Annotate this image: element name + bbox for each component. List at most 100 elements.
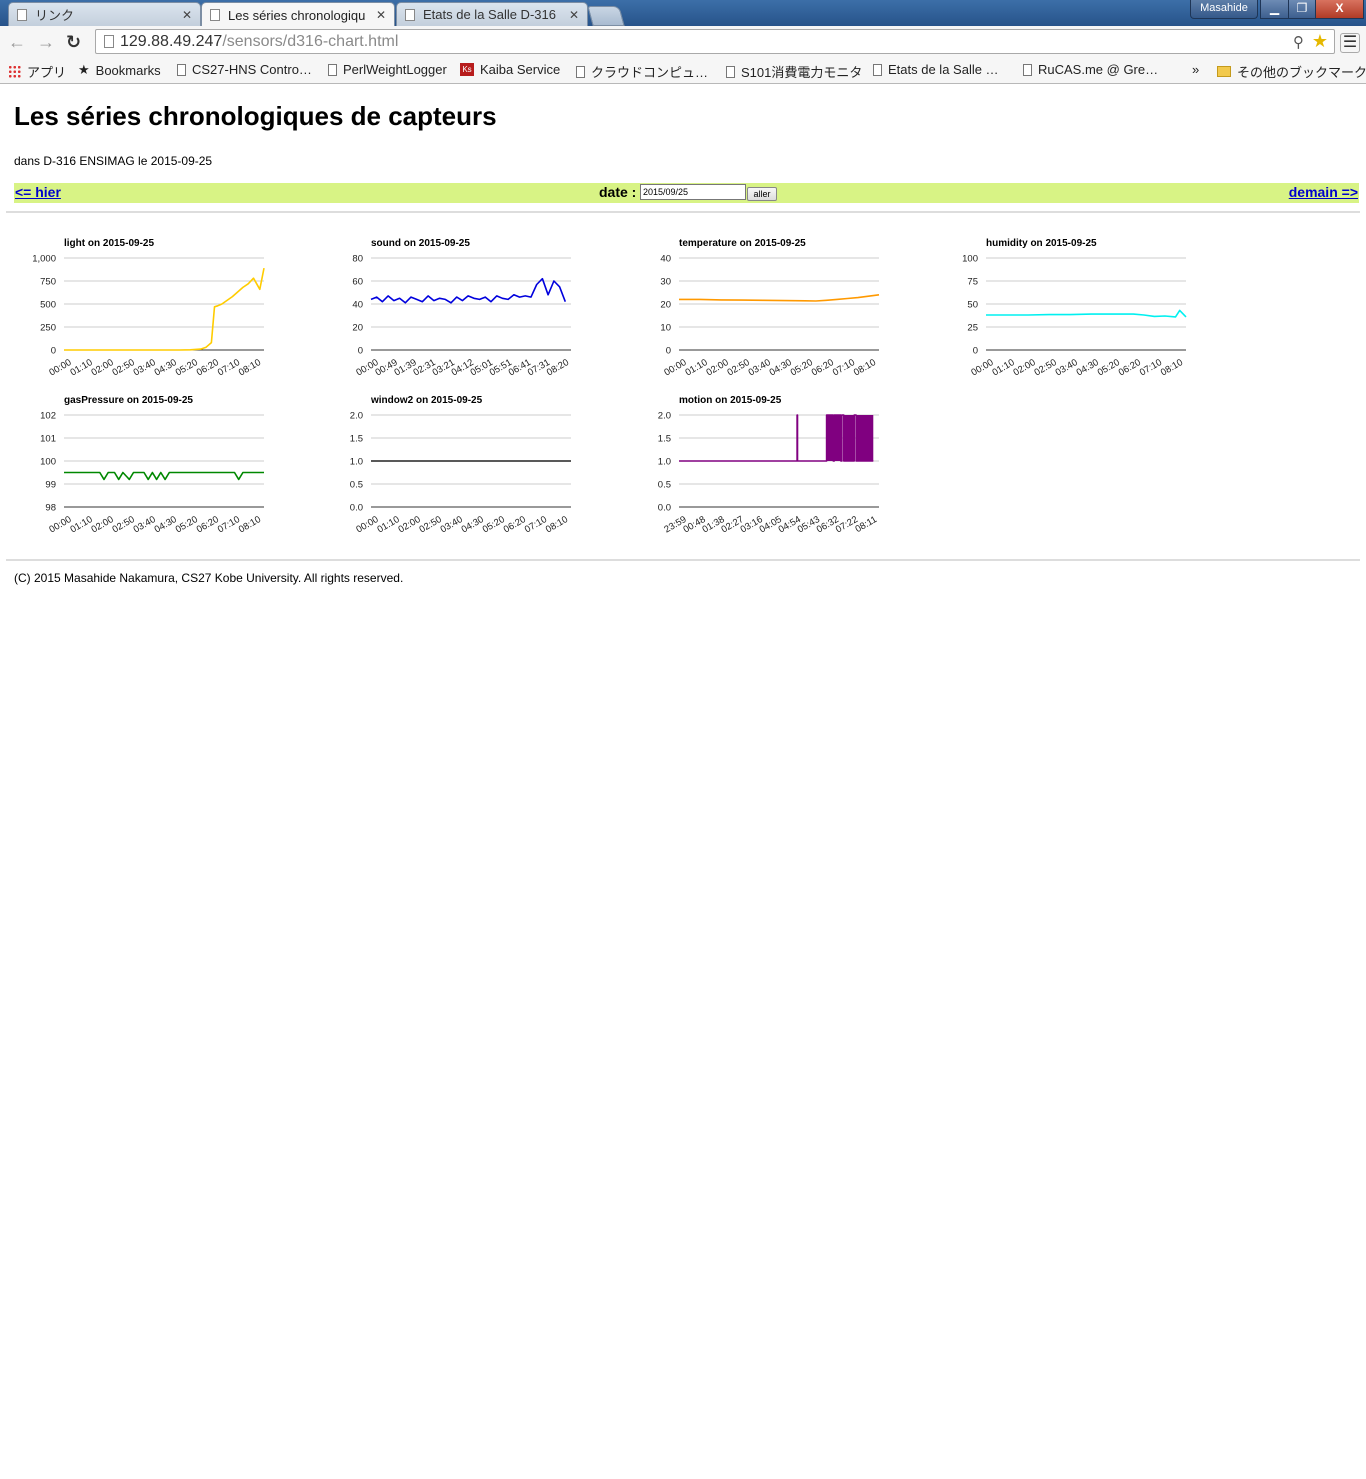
bookmark-cloud-computing[interactable]: クラウドコンピュ… — [576, 62, 708, 81]
series-line — [64, 471, 264, 481]
bookmark-bookmarks[interactable]: ★ Bookmarks — [78, 62, 161, 78]
x-tick-label: 08:20 — [545, 357, 571, 378]
series-line — [679, 294, 880, 302]
apps-grid-icon — [8, 65, 21, 78]
y-tick-label: 0.5 — [350, 480, 363, 491]
bookmark-label: アプリ — [27, 65, 67, 80]
y-tick-label: 20 — [352, 323, 363, 334]
divider — [6, 559, 1360, 561]
y-tick-label: 500 — [40, 300, 56, 311]
tab-close-icon[interactable]: ✕ — [569, 8, 579, 22]
y-tick-label: 2.0 — [350, 411, 363, 422]
y-tick-label: 0.0 — [658, 503, 671, 514]
tab-etats-salle[interactable]: Etats de la Salle D-316 ✕ — [396, 2, 588, 26]
tab-chart-page[interactable]: Les séries chronologiqu ✕ — [201, 2, 395, 27]
chart-title: gasPressure on 2015-09-25 — [64, 395, 193, 406]
go-button[interactable]: aller — [747, 187, 777, 201]
y-tick-label: 2.0 — [658, 411, 671, 422]
url-text[interactable]: 129.88.49.247/sensors/d316-chart.html — [120, 33, 398, 51]
tab-close-icon[interactable]: ✕ — [182, 8, 192, 22]
chart-svg: gasPressure on 2015-09-25989910010110200… — [40, 395, 264, 535]
profile-button[interactable]: Masahide — [1190, 0, 1258, 19]
x-tick-label: 08:10 — [852, 357, 878, 378]
y-tick-label: 1.5 — [350, 434, 363, 445]
y-tick-label: 50 — [967, 300, 978, 311]
chart-svg: humidity on 2015-09-25025507510000:0001:… — [962, 238, 1187, 378]
bookmark-label: S101消費電力モニタ — [741, 65, 863, 80]
menu-icon[interactable]: ☰ — [1340, 33, 1360, 53]
chart-svg: motion on 2015-09-250.00.51.01.52.023:59… — [658, 395, 879, 535]
x-tick-label: 08:10 — [1159, 357, 1185, 378]
chart-gas-pressure: gasPressure on 2015-09-25 98 99 100 101 102 00… — [14, 389, 314, 539]
next-day-link[interactable]: demain => — [1289, 184, 1358, 200]
divider — [6, 211, 1360, 213]
tab-title: リンク — [35, 8, 75, 23]
y-tick-label: 0 — [51, 346, 56, 357]
chart-sound: sound on 2015-09-25 0 20 40 60 80 00:00 00:49 01… — [321, 232, 621, 382]
chart-title: sound on 2015-09-25 — [371, 238, 470, 249]
chart-title: light on 2015-09-25 — [64, 238, 154, 249]
bookmark-kaiba-service[interactable]: Ks Kaiba Service — [460, 62, 560, 77]
motion-band — [826, 415, 834, 461]
page-icon — [177, 63, 186, 76]
bookmark-star-icon[interactable]: ★ — [1312, 31, 1328, 52]
tab-close-icon[interactable]: ✕ — [376, 8, 386, 22]
y-tick-label: 99 — [45, 480, 56, 491]
y-tick-label: 100 — [40, 457, 56, 468]
bookmark-label: PerlWeightLogger — [343, 62, 447, 77]
y-tick-label: 0 — [973, 346, 978, 357]
bookmark-apps[interactable]: アプリ — [8, 62, 66, 81]
reload-icon[interactable]: ↻ — [66, 32, 81, 52]
minimize-button[interactable]: ▁ — [1260, 0, 1289, 19]
url-host: 129.88.49.247 — [120, 33, 223, 50]
kaiba-icon: Ks — [460, 63, 474, 76]
forward-icon[interactable]: → — [37, 32, 55, 52]
y-tick-label: 0 — [358, 346, 363, 357]
y-tick-label: 0.5 — [658, 480, 671, 491]
chart-svg: sound on 2015-09-2502040608000:0000:4901… — [352, 238, 571, 378]
motion-band — [843, 415, 855, 461]
page-subtitle: dans D-316 ENSIMAG le 2015-09-25 — [14, 154, 213, 168]
y-tick-label: 1.5 — [658, 434, 671, 445]
chart-title: window2 on 2015-09-25 — [370, 395, 483, 406]
page-icon — [405, 8, 415, 21]
bookmark-s101-power[interactable]: S101消費電力モニタ — [726, 62, 862, 81]
y-tick-label: 60 — [352, 277, 363, 288]
bookmark-label: CS27-HNS Contro… — [192, 62, 312, 77]
tab-title: Etats de la Salle D-316 — [423, 7, 556, 22]
y-tick-label: 0.0 — [350, 503, 363, 514]
x-tick-label: 08:11 — [853, 514, 878, 535]
bookmark-perlweightlogger[interactable]: PerlWeightLogger — [328, 62, 447, 77]
chart-svg: temperature on 2015-09-2501020304000:000… — [660, 238, 880, 378]
bookmarks-overflow-button[interactable]: » — [1192, 62, 1199, 77]
footer-copyright: (C) 2015 Masahide Nakamura, CS27 Kobe Un… — [14, 571, 404, 585]
chart-title: motion on 2015-09-25 — [679, 395, 782, 406]
y-tick-label: 750 — [40, 277, 56, 288]
bookmark-etats-salle[interactable]: Etats de la Salle … — [873, 62, 999, 77]
address-bar[interactable]: 129.88.49.247/sensors/d316-chart.html ⚲ … — [95, 29, 1335, 54]
tab-links[interactable]: リンク ✕ — [8, 2, 201, 26]
y-tick-label: 1.0 — [658, 457, 671, 468]
chart-svg: light on 2015-09-2502505007501,00000:000… — [32, 238, 265, 378]
back-icon[interactable]: ← — [8, 32, 26, 52]
bookmark-label: Kaiba Service — [480, 62, 561, 77]
bookmark-rucas[interactable]: RuCAS.me @ Gre… — [1023, 62, 1158, 77]
date-input[interactable] — [640, 184, 746, 200]
close-window-button[interactable]: X — [1315, 0, 1364, 19]
x-tick-label: 08:10 — [237, 357, 263, 378]
y-tick-label: 25 — [967, 323, 978, 334]
page-icon — [328, 63, 337, 76]
previous-day-link[interactable]: <= hier — [15, 184, 61, 200]
y-tick-label: 98 — [45, 503, 56, 514]
page-icon — [210, 9, 220, 21]
zoom-icon[interactable]: ⚲ — [1293, 33, 1304, 51]
other-bookmarks-folder[interactable]: その他のブックマーク — [1217, 62, 1366, 81]
x-tick-label: 08:10 — [544, 514, 570, 535]
restore-button[interactable]: ❐ — [1288, 0, 1316, 19]
y-tick-label: 10 — [660, 323, 671, 334]
page-icon — [1023, 63, 1032, 76]
url-path: /sensors/d316-chart.html — [222, 33, 399, 50]
bookmark-cs27-hns[interactable]: CS27-HNS Contro… — [177, 62, 312, 77]
new-tab-button[interactable] — [587, 6, 625, 26]
bookmark-label: その他のブックマーク — [1237, 65, 1366, 80]
